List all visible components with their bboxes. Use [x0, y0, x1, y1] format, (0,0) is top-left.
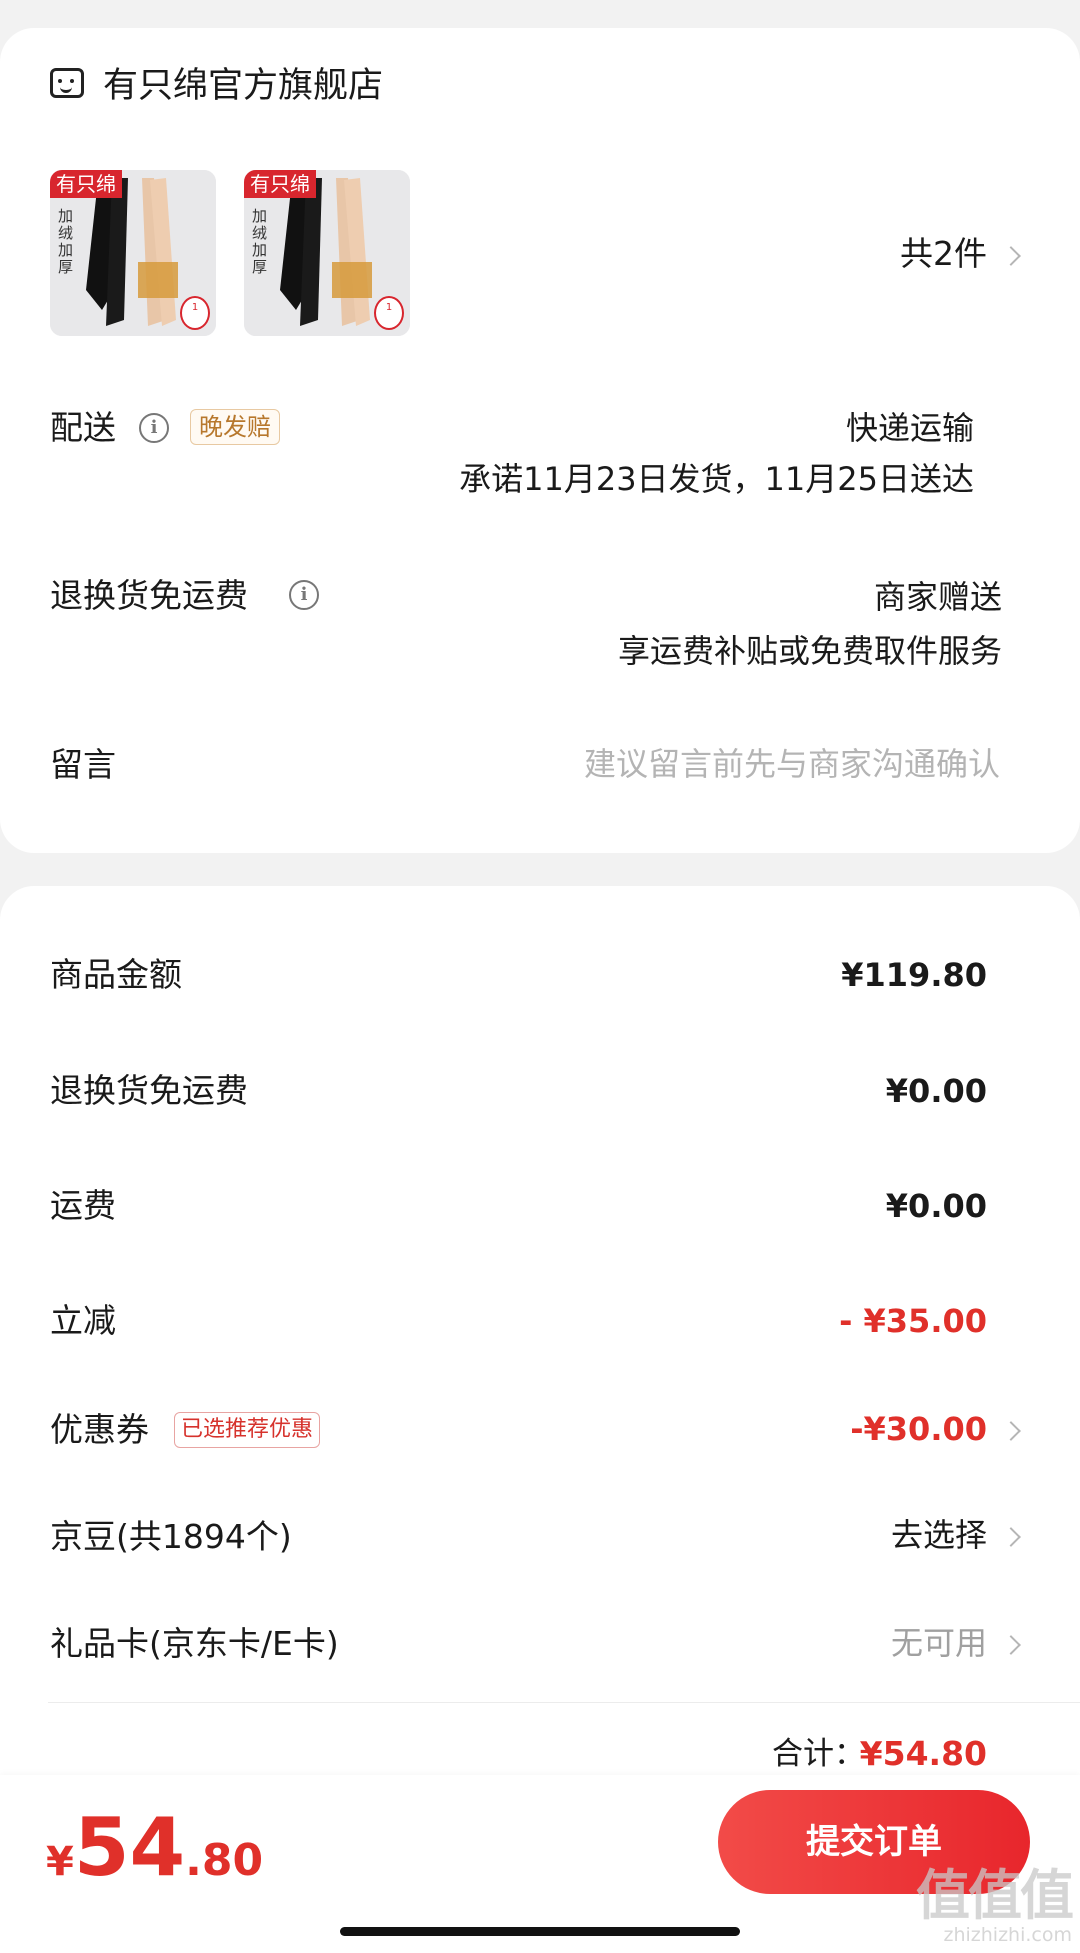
shipping-fee-label: 运费 [50, 1186, 116, 1225]
info-icon[interactable]: i [139, 413, 169, 443]
product-label: 加绒加厚 [58, 207, 74, 276]
total-value: ¥54.80 [859, 1734, 987, 1773]
goods-amount-label: 商品金额 [50, 955, 182, 994]
watermark: 值值值 zhizhizhi.com [916, 1864, 1074, 1947]
store-icon [50, 68, 84, 98]
return-shipping-label: 退换货免运费 [50, 576, 248, 615]
product-image[interactable]: 有只绵 加绒加厚 1 [244, 170, 410, 336]
instant-discount-value: - ¥35.00 [839, 1302, 987, 1340]
currency-symbol: ¥ [46, 1839, 74, 1885]
late-compensation-badge: 晚发赔 [190, 409, 280, 445]
goods-amount-value: ¥119.80 [841, 956, 987, 994]
shipping-fee-value: ¥0.00 [885, 1187, 987, 1225]
coupon-value[interactable]: -¥30.00 [850, 1409, 987, 1449]
watermark-logo: 值值值 [916, 1864, 1074, 1927]
return-shipping-value: 商家赠送 [873, 578, 1002, 616]
jingdou-label: 京豆(共1894个) [50, 1517, 292, 1556]
new-badge: 1 [374, 296, 404, 330]
return-shipping-desc: 享运费补贴或免费取件服务 [617, 632, 1002, 670]
pay-amount: ¥54.80 [46, 1803, 263, 1893]
home-indicator[interactable] [340, 1927, 740, 1936]
product-image[interactable]: 有只绵 加绒加厚 1 [50, 170, 216, 336]
divider [48, 1702, 1080, 1703]
message-input[interactable]: 建议留言前先与商家沟通确认 [584, 744, 1000, 784]
store-name[interactable]: 有只绵官方旗舰店 [103, 64, 383, 108]
delivery-method[interactable]: 快递运输 [846, 408, 974, 448]
product-label: 加绒加厚 [252, 207, 268, 276]
product-tag: 有只绵 [244, 170, 316, 198]
jingdou-select[interactable]: 去选择 [891, 1515, 987, 1555]
giftcard-label: 礼品卡(京东卡/E卡) [50, 1624, 339, 1663]
coupon-recommended-badge: 已选推荐优惠 [174, 1412, 321, 1448]
instant-discount-label: 立减 [50, 1301, 116, 1340]
coupon-label: 优惠券 [50, 1410, 149, 1449]
giftcard-value[interactable]: 无可用 [891, 1623, 987, 1663]
total-label: 合计： [772, 1736, 865, 1772]
return-fee-value: ¥0.00 [885, 1072, 987, 1110]
new-badge: 1 [180, 296, 210, 330]
pay-amount-decimal: .80 [185, 1835, 264, 1886]
pay-amount-integer: 54 [73, 1801, 186, 1894]
message-label: 留言 [50, 745, 116, 784]
product-tag: 有只绵 [50, 170, 122, 198]
item-count[interactable]: 共2件 [900, 234, 987, 274]
info-icon[interactable]: i [289, 580, 319, 610]
return-fee-label: 退换货免运费 [50, 1071, 248, 1110]
delivery-label: 配送 [50, 408, 116, 447]
delivery-promise: 承诺11月23日发货，11月25日送达 [459, 460, 974, 498]
watermark-url: zhizhizhi.com [943, 1924, 1072, 1946]
